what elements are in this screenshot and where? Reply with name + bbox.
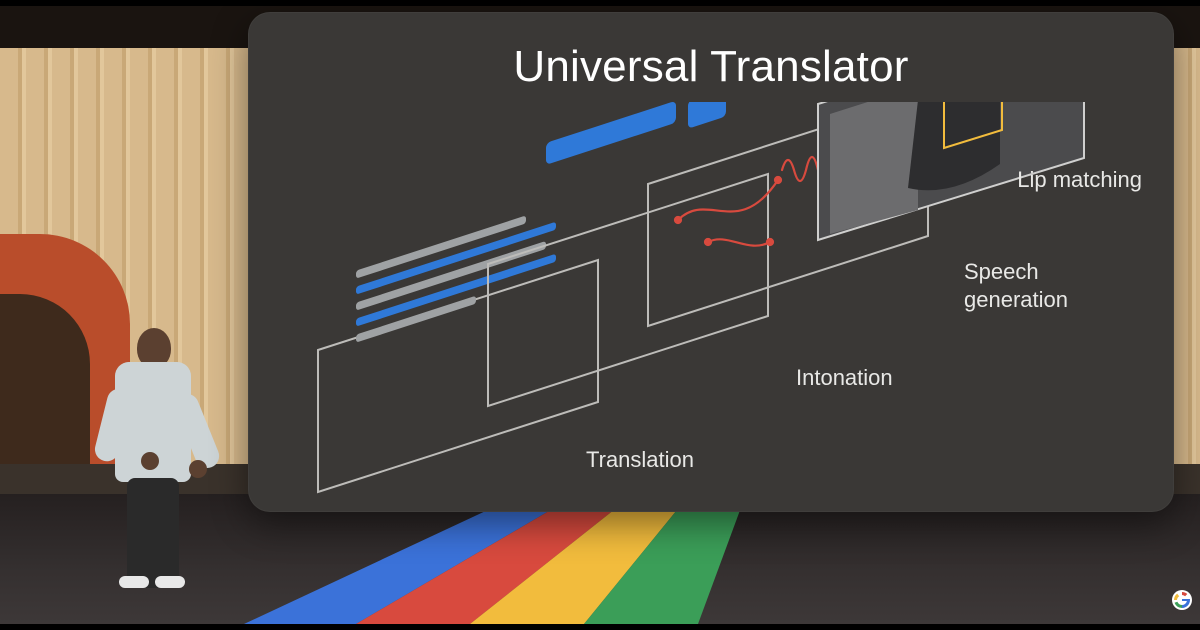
layer-card-translation (318, 215, 598, 492)
letterbox-bottom (0, 624, 1200, 630)
presentation-screen: Universal Translator (248, 12, 1174, 512)
presenter (105, 328, 201, 588)
video-frame: Universal Translator (0, 0, 1200, 630)
presenter-shoe-left (119, 576, 149, 588)
stage-scene: Universal Translator (0, 6, 1200, 624)
presenter-legs (127, 478, 179, 588)
layer-label-lip-matching: Lip matching (1017, 166, 1142, 194)
layer-label-intonation: Intonation (796, 364, 893, 392)
slide-title: Universal Translator (248, 42, 1174, 92)
presenter-hand-left (141, 452, 159, 470)
layer-label-speech-generation: Speech generation (964, 258, 1104, 313)
stage-archway-inner (0, 294, 90, 464)
presenter-hand-right (189, 460, 207, 478)
layer-label-translation: Translation (586, 446, 694, 474)
presenter-shoe-right (155, 576, 185, 588)
google-logo-icon (1170, 588, 1194, 612)
